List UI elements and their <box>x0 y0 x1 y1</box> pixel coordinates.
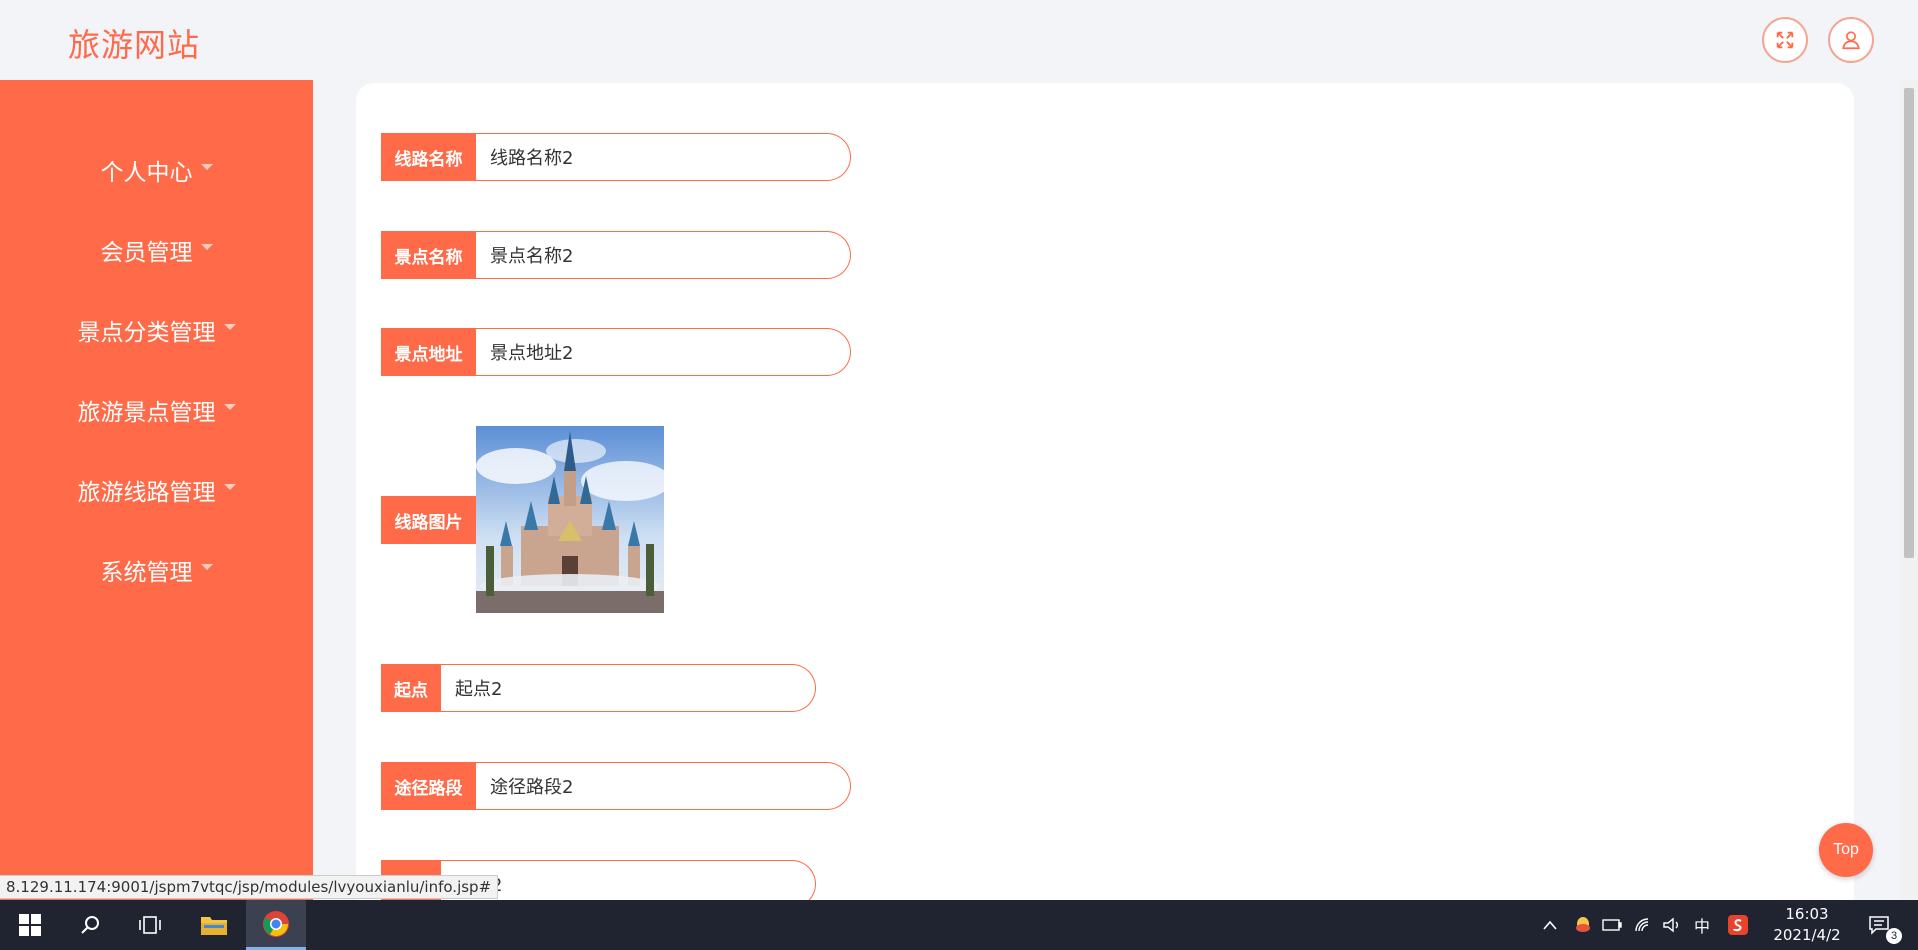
file-explorer-button[interactable] <box>184 900 244 950</box>
route-name-input[interactable]: 线路名称2 <box>476 133 851 181</box>
start-label: 起点 <box>381 664 441 712</box>
spot-name-input[interactable]: 景点名称2 <box>476 231 851 279</box>
page-scrollbar[interactable] <box>1900 80 1918 900</box>
route-name-field: 线路名称 线路名称2 <box>381 133 851 181</box>
scrollbar-thumb[interactable] <box>1904 88 1914 558</box>
chrome-button[interactable] <box>246 900 306 950</box>
caret-down-icon <box>223 404 236 410</box>
back-to-top-button[interactable]: Top <box>1819 823 1873 877</box>
ime-indicator[interactable]: 中 <box>1694 900 1710 950</box>
task-view-button[interactable] <box>120 900 180 950</box>
user-icon <box>1842 31 1860 50</box>
sidebar-item-label: 会员管理 <box>100 240 193 266</box>
route-image-label: 线路图片 <box>381 496 476 544</box>
volume-icon[interactable] <box>1662 900 1682 950</box>
sogou-icon[interactable] <box>1728 900 1748 950</box>
clock-date: 2021/4/2 <box>1773 926 1841 944</box>
sidebar: 个人中心 会员管理 景点分类管理 旅游景点管理 旅游线路管理 系统管理 <box>0 80 313 900</box>
tray-chevron-up-icon[interactable] <box>1542 900 1558 950</box>
sidebar-item-spot-management[interactable]: 旅游景点管理 <box>0 385 313 435</box>
app-header: 旅游网站 <box>0 0 1900 80</box>
route-name-label: 线路名称 <box>381 133 476 181</box>
sidebar-item-label: 个人中心 <box>100 160 193 186</box>
start-input[interactable]: 起点2 <box>441 664 816 712</box>
caret-down-icon <box>223 324 236 330</box>
sidebar-item-label: 旅游景点管理 <box>77 400 216 426</box>
sidebar-item-member-management[interactable]: 会员管理 <box>0 225 313 275</box>
search-button[interactable] <box>60 900 120 950</box>
caret-down-icon <box>200 564 213 570</box>
sidebar-item-label: 系统管理 <box>100 560 193 586</box>
caret-down-icon <box>223 484 236 490</box>
sidebar-item-label: 景点分类管理 <box>77 320 216 346</box>
chrome-icon <box>263 910 289 937</box>
clock-time: 16:03 <box>1785 905 1829 923</box>
start-button[interactable] <box>0 900 60 950</box>
via-label: 途径路段 <box>381 762 476 810</box>
fullscreen-icon <box>1776 31 1794 49</box>
notification-center-button[interactable] <box>1868 900 1890 950</box>
caret-down-icon <box>200 244 213 250</box>
caret-down-icon <box>200 164 213 170</box>
via-field: 途径路段 途径路段2 <box>381 762 851 810</box>
route-image <box>476 426 664 613</box>
search-icon <box>81 916 99 934</box>
battery-icon[interactable] <box>1602 900 1622 950</box>
via-input[interactable]: 途径路段2 <box>476 762 851 810</box>
start-field: 起点 起点2 <box>381 664 816 712</box>
sidebar-item-personal-center[interactable]: 个人中心 <box>0 145 313 195</box>
spot-address-field: 景点地址 景点地址2 <box>381 328 851 376</box>
sidebar-item-label: 旅游线路管理 <box>77 480 216 506</box>
taskbar: 中 16:03 2021/4/2 3 <box>0 900 1918 950</box>
spot-address-label: 景点地址 <box>381 328 476 376</box>
windows-icon <box>19 914 41 936</box>
spot-name-label: 景点名称 <box>381 231 476 279</box>
user-button[interactable] <box>1828 17 1874 63</box>
spot-address-input[interactable]: 景点地址2 <box>476 328 851 376</box>
folder-icon <box>201 917 227 935</box>
spot-name-field: 景点名称 景点名称2 <box>381 231 851 279</box>
status-url: 8.129.11.174:9001/jspm7vtqc/jsp/modules/… <box>0 875 499 899</box>
qq-icon[interactable] <box>1574 900 1592 950</box>
sidebar-item-spot-category-management[interactable]: 景点分类管理 <box>0 305 313 355</box>
system-clock[interactable]: 16:03 2021/4/2 <box>1770 904 1844 946</box>
task-view-icon <box>139 916 161 934</box>
notification-count-badge: 3 <box>1886 928 1902 944</box>
fullscreen-button[interactable] <box>1762 17 1808 63</box>
site-brand[interactable]: 旅游网站 <box>68 20 200 66</box>
sidebar-item-route-management[interactable]: 旅游线路管理 <box>0 465 313 515</box>
wifi-icon[interactable] <box>1634 900 1654 950</box>
sidebar-item-system-management[interactable]: 系统管理 <box>0 545 313 595</box>
